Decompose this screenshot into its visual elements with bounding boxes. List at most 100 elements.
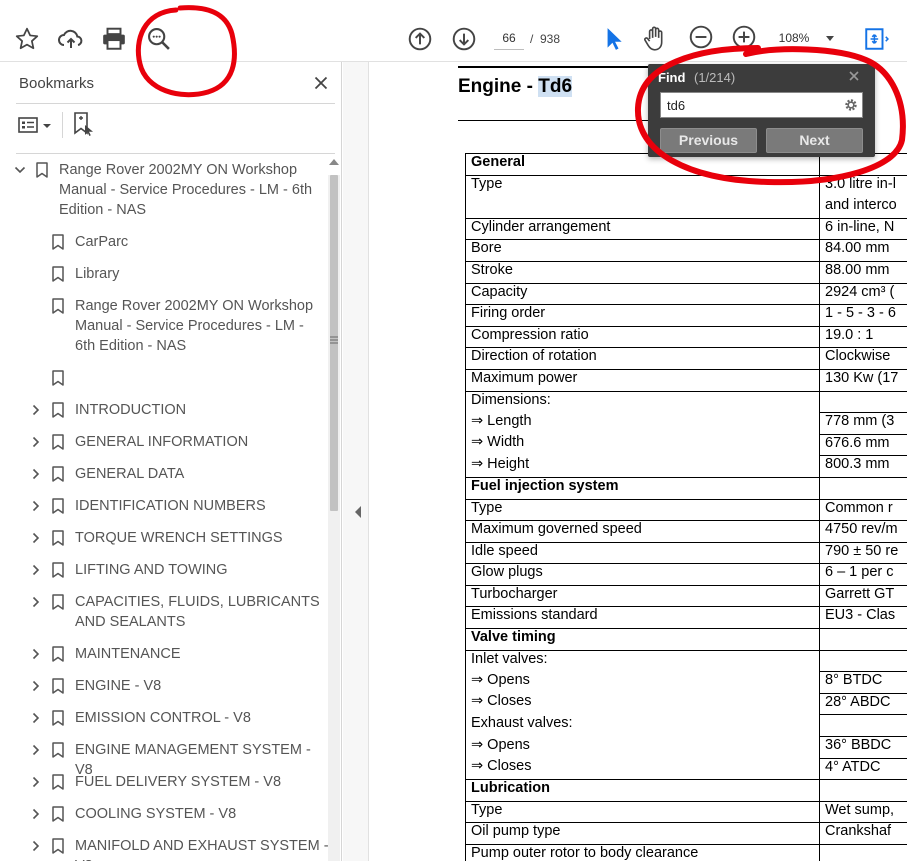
bookmark-label: GENERAL DATA xyxy=(75,464,184,484)
bookmark-item[interactable]: GENERAL DATA xyxy=(0,464,330,484)
bookmark-label: INTRODUCTION xyxy=(75,400,186,420)
find-icon[interactable] xyxy=(144,24,174,54)
options-menu-icon[interactable] xyxy=(18,116,54,134)
find-next-button[interactable]: Next xyxy=(766,128,863,153)
chevron-right-icon[interactable] xyxy=(30,436,42,448)
title-rule xyxy=(458,66,648,68)
bookmark-item[interactable]: CarParc xyxy=(0,232,330,252)
zoom-level-input[interactable] xyxy=(770,26,818,50)
page-down-icon[interactable] xyxy=(449,24,479,54)
table-row: and interco xyxy=(465,196,907,219)
table-cell-value xyxy=(819,844,907,861)
zoom-in-icon[interactable] xyxy=(729,22,759,52)
panel-splitter[interactable] xyxy=(343,62,369,861)
zoom-out-icon[interactable] xyxy=(686,22,716,52)
page-number-input[interactable] xyxy=(494,26,524,50)
title-underline xyxy=(458,120,648,121)
chevron-right-icon[interactable] xyxy=(30,808,42,820)
bookmark-item[interactable]: INTRODUCTION xyxy=(0,400,330,420)
bookmark-label-line: Manual - Service Procedures - LM - xyxy=(75,318,304,334)
bookmark-item[interactable]: IDENTIFICATION NUMBERS xyxy=(0,496,330,516)
divider xyxy=(16,103,335,104)
find-input[interactable] xyxy=(660,92,863,118)
bookmark-icon xyxy=(52,466,64,482)
zoom-dropdown-icon[interactable] xyxy=(826,36,834,41)
table-cell-label: ⇒ Length xyxy=(465,412,820,435)
upload-icon[interactable] xyxy=(56,24,86,54)
collapse-panel-icon[interactable] xyxy=(355,506,361,518)
bookmark-item[interactable]: LIFTING AND TOWING xyxy=(0,560,330,580)
chevron-right-icon[interactable] xyxy=(30,744,42,756)
select-tool-icon[interactable] xyxy=(598,24,628,54)
chevron-right-icon[interactable] xyxy=(30,500,42,512)
table-cell-label: Exhaust valves: xyxy=(465,714,820,737)
document-page: Engine - Td6 General Type 3.0 litre in-l an… xyxy=(370,63,907,861)
bookmark-item[interactable]: MAINTENANCE xyxy=(0,644,330,664)
chevron-right-icon[interactable] xyxy=(30,532,42,544)
table-row: ⇒ Width 676.6 mm xyxy=(465,433,907,457)
bookmark-item[interactable]: EMISSION CONTROL - V8 xyxy=(0,708,330,728)
bookmark-label-line: Range Rover 2002MY ON Workshop xyxy=(75,298,314,314)
bookmark-label-line: Edition - NAS xyxy=(59,202,147,218)
page-up-icon[interactable] xyxy=(405,24,435,54)
chevron-right-icon[interactable] xyxy=(30,468,42,480)
table-cell-value: 800.3 mm xyxy=(819,455,907,478)
bookmark-item[interactable]: Range Rover 2002MY ON Workshop Manual - S… xyxy=(0,296,330,356)
bookmark-item[interactable]: Range Rover 2002MY ON Workshop Manual - S… xyxy=(0,160,330,220)
bookmark-label: CAPACITIES, FLUIDS, LUBRICANTS AND SEALAN… xyxy=(75,592,320,632)
chevron-right-icon[interactable] xyxy=(30,712,42,724)
chevron-right-icon[interactable] xyxy=(30,564,42,576)
table-cell-value: 19.0 : 1 xyxy=(819,325,907,349)
bookmark-item[interactable]: COOLING SYSTEM - V8 xyxy=(0,804,330,824)
hand-tool-icon[interactable] xyxy=(640,24,670,54)
bookmark-item[interactable]: Library xyxy=(0,264,330,284)
print-icon[interactable] xyxy=(99,24,129,54)
bookmark-item[interactable]: TORQUE WRENCH SETTINGS xyxy=(0,528,330,548)
bookmarks-panel: Bookmarks Range Rover 2002MY ON Workshop… xyxy=(0,62,342,861)
bookmark-item[interactable]: GENERAL INFORMATION xyxy=(0,432,330,452)
chevron-right-icon[interactable] xyxy=(30,776,42,788)
table-row: Direction of rotation Clockwise xyxy=(465,347,907,370)
chevron-right-icon[interactable] xyxy=(30,596,42,608)
bookmark-item[interactable]: FUEL DELIVERY SYSTEM - V8 xyxy=(0,772,330,792)
chevron-right-icon[interactable] xyxy=(30,840,42,852)
bookmark-item[interactable]: ENGINE - V8 xyxy=(0,676,330,696)
bookmark-label: ENGINE MANAGEMENT SYSTEM - V8 xyxy=(75,740,330,778)
table-cell-label: Oil pump type xyxy=(465,822,820,845)
bookmark-label: IDENTIFICATION NUMBERS xyxy=(75,496,266,516)
table-cell-value: Crankshaf xyxy=(819,822,907,845)
bookmark-icon xyxy=(52,594,64,610)
page-separator: / xyxy=(530,32,534,46)
table-cell-value: 4° ATDC xyxy=(819,757,907,781)
bookmark-item[interactable] xyxy=(0,368,330,388)
table-section-row: Fuel injection system xyxy=(465,476,907,500)
bookmark-icon xyxy=(52,806,64,822)
close-icon[interactable] xyxy=(310,72,332,94)
table-row: Maximum governed speed 4750 rev/m xyxy=(465,520,907,543)
bookmark-item[interactable]: ENGINE MANAGEMENT SYSTEM - V8 xyxy=(0,740,330,778)
gear-icon[interactable] xyxy=(844,98,858,112)
fit-page-icon[interactable] xyxy=(861,24,891,54)
table-cell-value: 790 ± 50 re xyxy=(819,541,907,565)
chevron-down-icon[interactable] xyxy=(14,164,26,176)
chevron-right-icon[interactable] xyxy=(30,680,42,692)
find-result-count: (1/214) xyxy=(694,70,736,85)
bookmark-item[interactable]: CAPACITIES, FLUIDS, LUBRICANTS AND SEALAN… xyxy=(0,592,330,632)
table-cell-label: Maximum power xyxy=(465,368,820,392)
bookmark-icon xyxy=(52,678,64,694)
chevron-right-icon[interactable] xyxy=(30,404,42,416)
new-bookmark-icon[interactable] xyxy=(72,112,96,138)
star-icon[interactable] xyxy=(12,24,42,54)
table-row: ⇒ Height 800.3 mm xyxy=(465,455,907,478)
bookmark-item[interactable]: MANIFOLD AND EXHAUST SYSTEM - V8 xyxy=(0,836,330,861)
find-close-icon[interactable] xyxy=(848,70,862,84)
bookmark-label-line: CarParc xyxy=(75,234,129,250)
chevron-right-icon[interactable] xyxy=(30,648,42,660)
table-row: ⇒ Opens 8° BTDC xyxy=(465,671,907,694)
scroll-up-icon[interactable] xyxy=(329,159,339,165)
find-previous-button[interactable]: Previous xyxy=(660,128,757,153)
table-cell-value: 1 - 5 - 3 - 6 xyxy=(819,304,907,327)
table-cell-value: 88.00 mm xyxy=(819,260,907,284)
toolbar-separator xyxy=(62,112,63,138)
table-cell-label: Dimensions: xyxy=(465,390,820,413)
